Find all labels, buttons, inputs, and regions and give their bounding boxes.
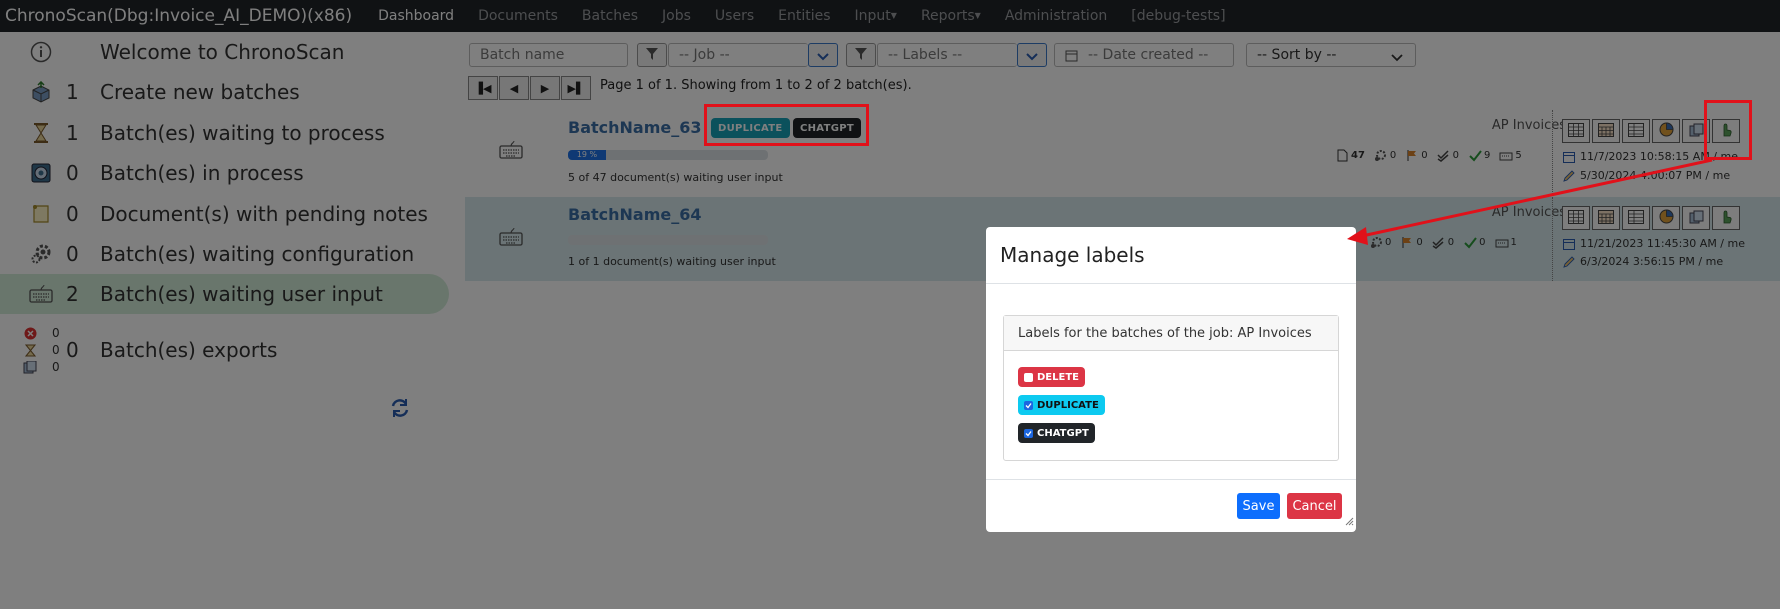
annotation-highlight-tags <box>704 104 869 146</box>
modal-backdrop[interactable] <box>0 0 1780 609</box>
manage-labels-dialog: Manage labels Labels for the batches of … <box>986 227 1356 532</box>
cancel-button[interactable]: Cancel <box>1287 493 1342 519</box>
save-button[interactable]: Save <box>1237 493 1280 519</box>
checkbox-checked[interactable] <box>1024 428 1033 438</box>
labels-card-header: Labels for the batches of the job: AP In… <box>1004 316 1338 351</box>
dialog-divider <box>986 283 1356 284</box>
label-name: CHATGPT <box>1037 427 1089 439</box>
label-toggle-duplicate[interactable]: DUPLICATE <box>1018 395 1105 415</box>
dialog-divider <box>986 479 1356 480</box>
annotation-highlight-labels-button <box>1704 100 1752 160</box>
label-toggle-delete[interactable]: DELETE <box>1018 367 1085 387</box>
label-name: DELETE <box>1037 371 1079 383</box>
resize-handle-icon[interactable] <box>1344 511 1354 530</box>
checkbox-checked[interactable] <box>1024 400 1033 410</box>
checkbox-unchecked[interactable] <box>1024 372 1033 382</box>
label-name: DUPLICATE <box>1037 399 1099 411</box>
dialog-title: Manage labels <box>1000 243 1145 267</box>
label-toggle-chatgpt[interactable]: CHATGPT <box>1018 423 1095 443</box>
labels-card: Labels for the batches of the job: AP In… <box>1003 315 1339 461</box>
